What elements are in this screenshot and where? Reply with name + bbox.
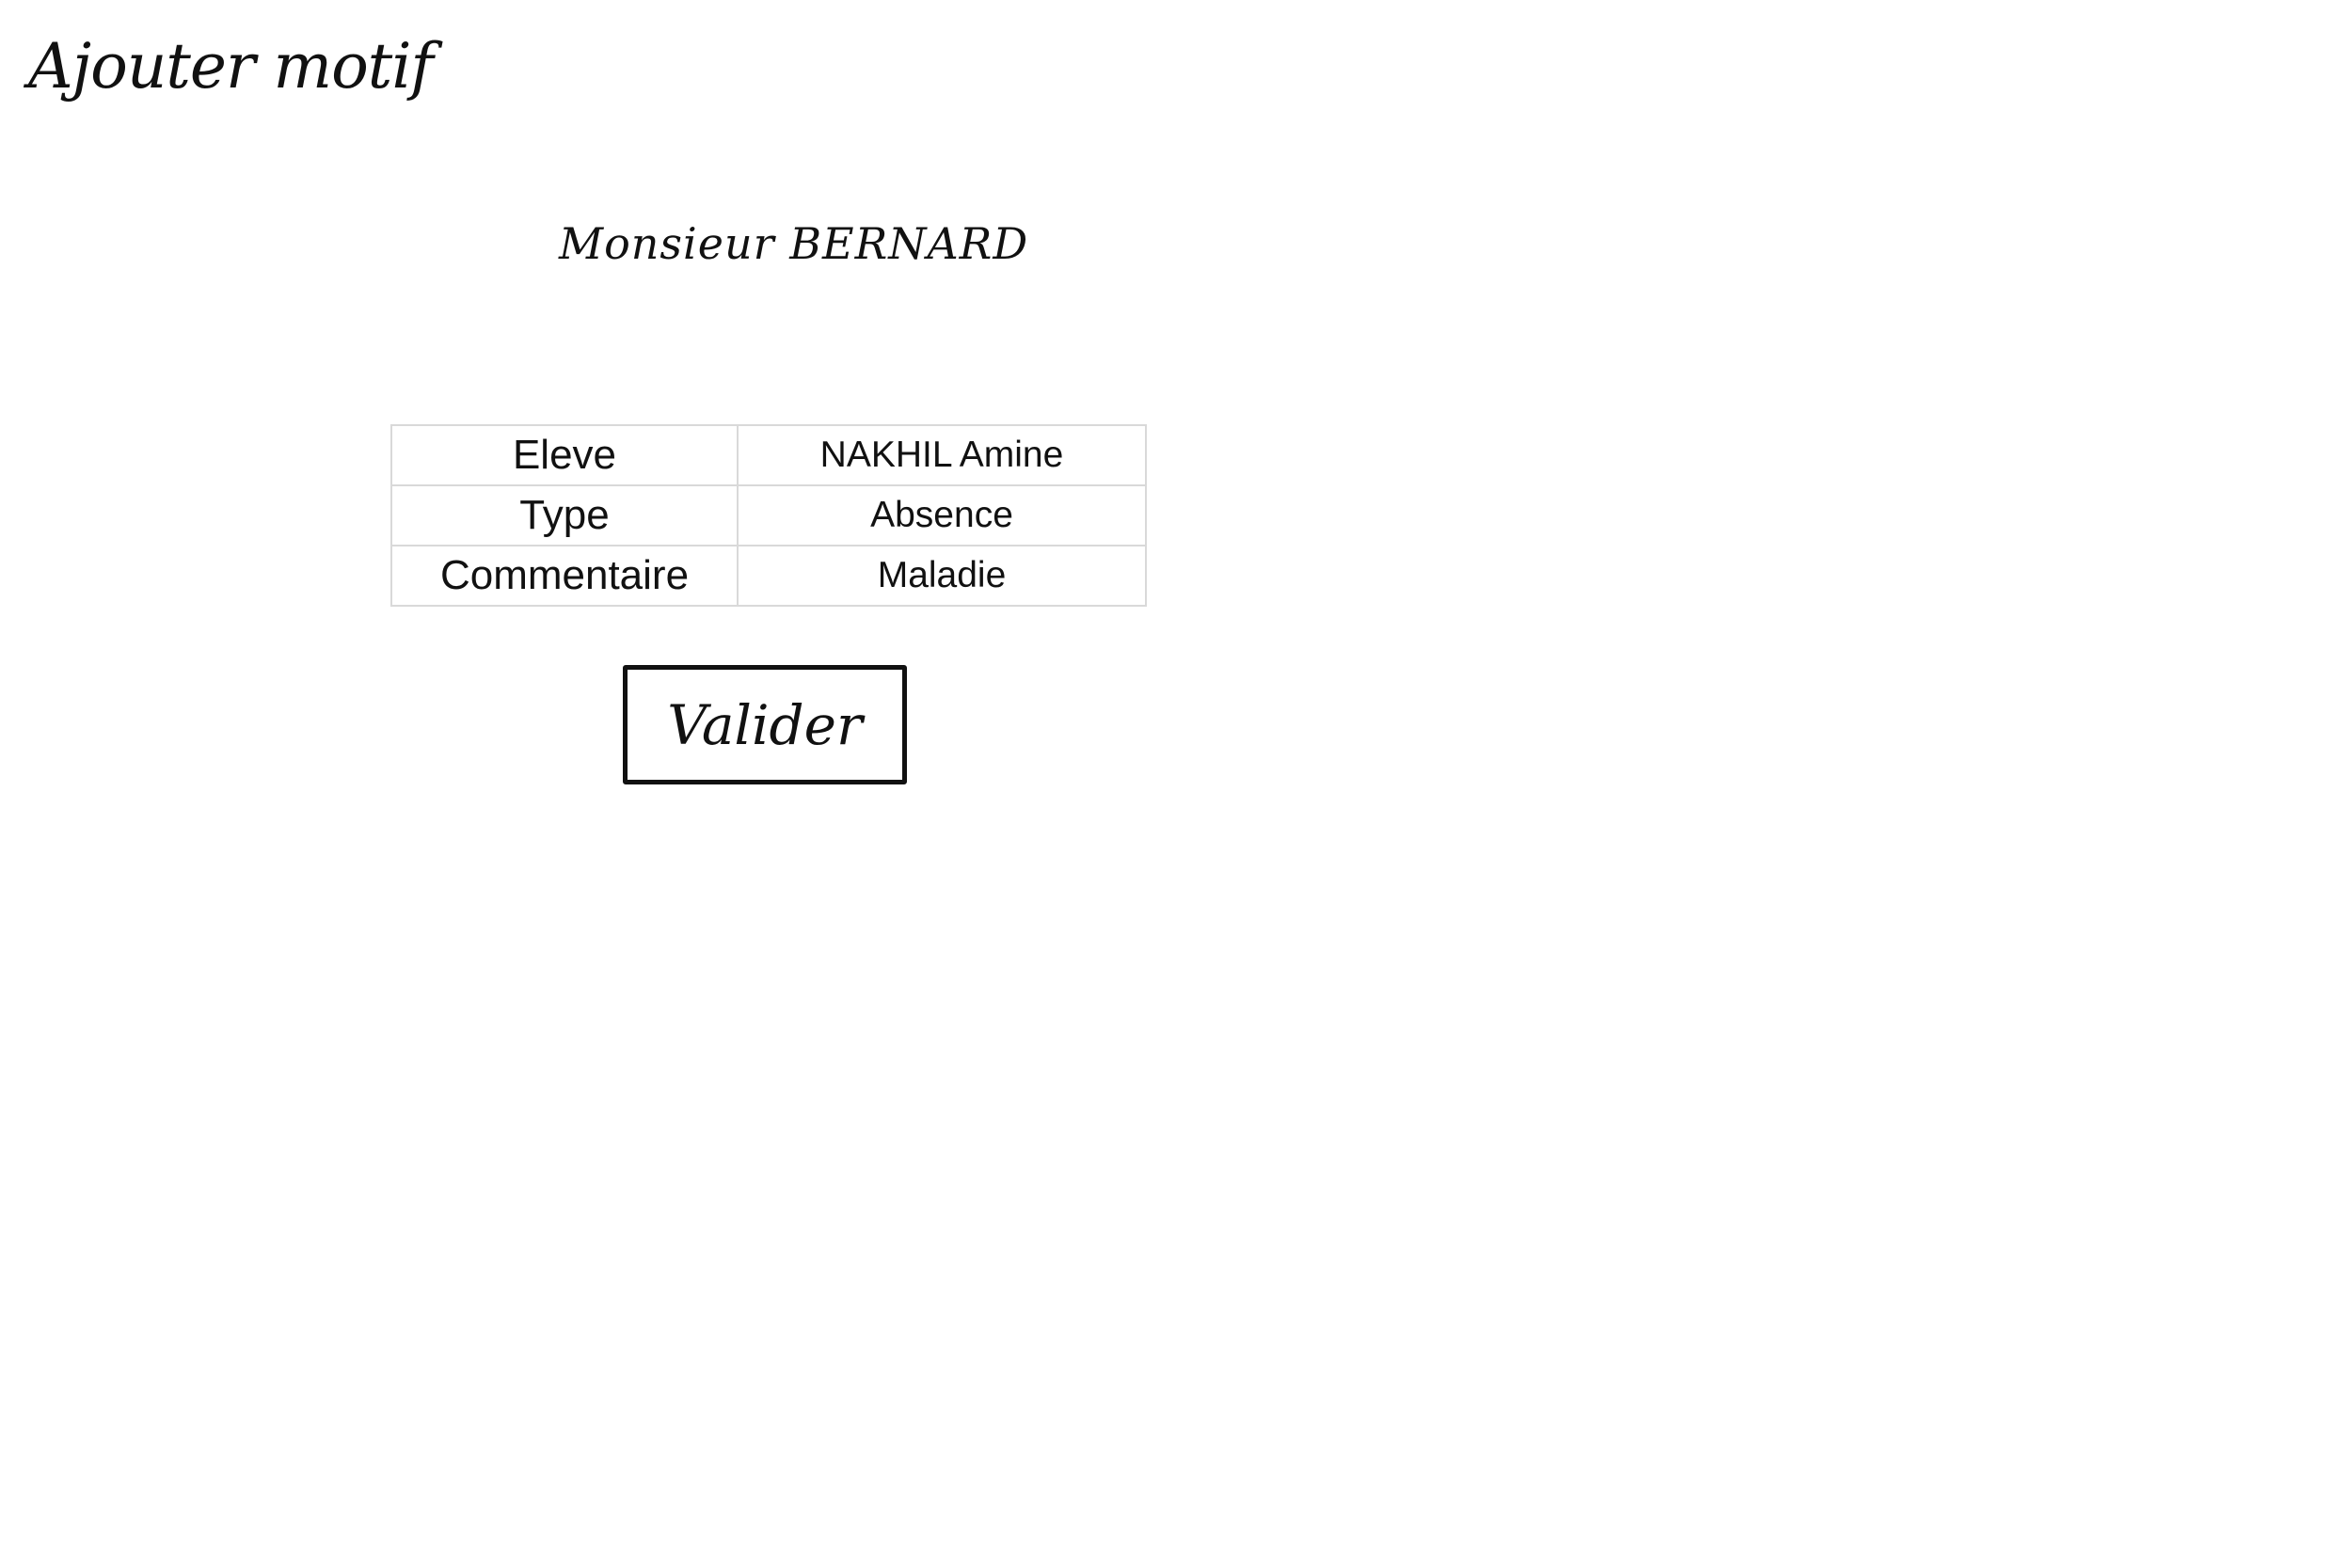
teacher-name: Monsieur BERNARD: [559, 218, 1029, 269]
row-label-type: Type: [390, 484, 739, 546]
row-value-eleve: NAKHIL Amine: [737, 424, 1147, 486]
row-label-commentaire: Commentaire: [390, 545, 739, 607]
validate-button-label: Valider: [667, 692, 863, 757]
page-title: Ajouter motif: [28, 30, 434, 103]
details-table: Eleve NAKHIL Amine Type Absence Commenta…: [390, 424, 1147, 607]
table-row: Eleve NAKHIL Amine: [390, 424, 1147, 486]
row-value-type: Absence: [737, 484, 1147, 546]
table-row: Type Absence: [390, 484, 1147, 546]
table-row: Commentaire Maladie: [390, 545, 1147, 607]
row-label-eleve: Eleve: [390, 424, 739, 486]
row-value-commentaire: Maladie: [737, 545, 1147, 607]
validate-button[interactable]: Valider: [623, 665, 907, 784]
